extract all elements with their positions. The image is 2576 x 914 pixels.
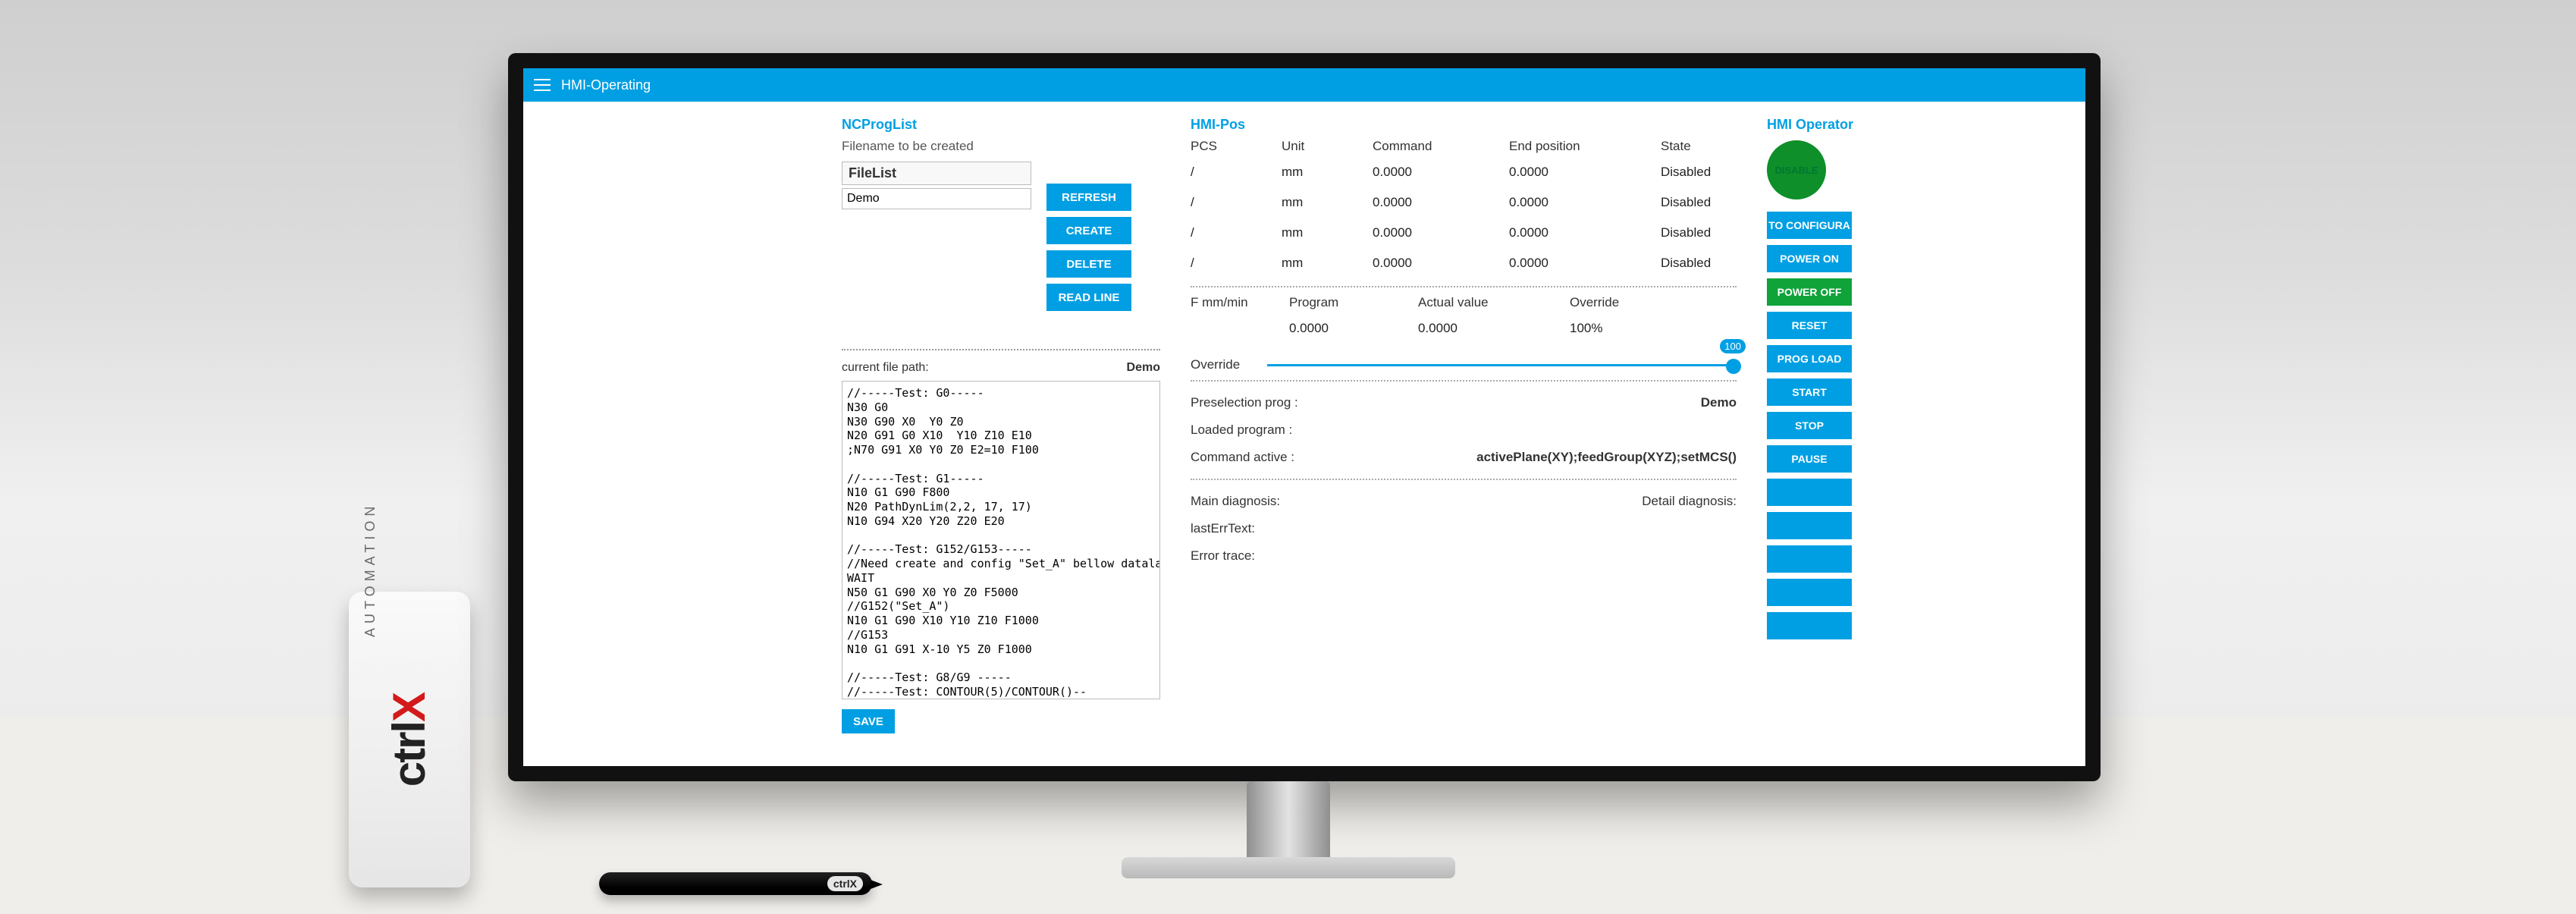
operator-placeholder[interactable] — [1767, 612, 1852, 639]
loaded-program-label: Loaded program : — [1191, 422, 1292, 438]
filelist-label: FileList — [842, 162, 1031, 185]
main-diag-label: Main diagnosis: — [1191, 494, 1280, 509]
monitor-frame: HMI-Operating NCProgList Filename to be … — [508, 53, 2101, 781]
col-unit: Unit — [1282, 139, 1373, 154]
nc-prog-list-panel: NCProgList Filename to be created FileLi… — [842, 117, 1160, 733]
current-filepath-label: current file path: — [842, 361, 929, 375]
power-on-button[interactable]: POWER ON — [1767, 245, 1852, 272]
hmi-pos-panel: HMI-Pos PCS Unit Command End position St… — [1191, 117, 1737, 733]
can-subtitle: AUTOMATION — [362, 502, 378, 637]
filename-input[interactable] — [842, 188, 1031, 209]
app-screen: HMI-Operating NCProgList Filename to be … — [523, 68, 2085, 766]
monitor-stand-neck — [1247, 781, 1330, 865]
feed-head: F mm/min Program Actual value Override — [1191, 295, 1737, 310]
divider — [1191, 286, 1737, 287]
stop-button[interactable]: STOP — [1767, 412, 1852, 439]
preselection-label: Preselection prog : — [1191, 395, 1298, 410]
to-configure-button[interactable]: TO CONFIGURA — [1767, 212, 1852, 239]
nc-code-editor[interactable] — [842, 381, 1160, 699]
monitor-bezel: HMI-Operating NCProgList Filename to be … — [523, 68, 2085, 766]
pos-table-head: PCS Unit Command End position State — [1191, 139, 1737, 154]
pos-table-row: / mm 0.0000 0.0000 Disabled — [1191, 157, 1737, 187]
refresh-button[interactable]: REFRESH — [1046, 184, 1131, 211]
pos-table-row: / mm 0.0000 0.0000 Disabled — [1191, 187, 1737, 218]
hamburger-icon[interactable] — [534, 79, 551, 91]
pos-table-row: / mm 0.0000 0.0000 Disabled — [1191, 218, 1737, 248]
col-endpos: End position — [1509, 139, 1661, 154]
scene-background: AUTOMATION ctrlX HMI-Operating NCProgLis… — [0, 0, 2576, 914]
prog-load-button[interactable]: PROG LOAD — [1767, 345, 1852, 372]
delete-button[interactable]: DELETE — [1046, 250, 1131, 278]
current-filepath-value: Demo — [1127, 361, 1160, 375]
override-label: Override — [1191, 357, 1240, 372]
feed-row: 0.0000 0.0000 100% — [1191, 313, 1737, 344]
ncproglist-title: NCProgList — [842, 117, 1160, 133]
filename-label: Filename to be created — [842, 139, 1160, 154]
divider — [1191, 479, 1737, 480]
override-value: 100 — [1720, 339, 1746, 353]
reset-button[interactable]: RESET — [1767, 312, 1852, 339]
titlebar: HMI-Operating — [523, 68, 2085, 102]
decor-can: AUTOMATION ctrlX — [349, 592, 470, 887]
disable-indicator[interactable]: DISABLE — [1767, 140, 1826, 199]
power-off-button[interactable]: POWER OFF — [1767, 278, 1852, 306]
detail-diag-label: Detail diagnosis: — [1642, 494, 1737, 509]
error-trace-label: Error trace: — [1191, 548, 1255, 564]
app-title: HMI-Operating — [561, 77, 651, 93]
operator-placeholder[interactable] — [1767, 579, 1852, 606]
last-err-label: lastErrText: — [1191, 521, 1255, 536]
hmi-operator-title: HMI Operator — [1767, 117, 1926, 133]
divider — [1191, 380, 1737, 382]
hmi-operator-panel: HMI Operator DISABLE TO CONFIGURA POWER … — [1767, 117, 1926, 733]
col-state: State — [1661, 139, 1752, 154]
create-button[interactable]: CREATE — [1046, 217, 1131, 244]
readline-button[interactable]: READ LINE — [1046, 284, 1131, 311]
decor-pen: ctrlX — [599, 872, 872, 895]
save-button[interactable]: SAVE — [842, 709, 895, 733]
hmipos-title: HMI-Pos — [1191, 117, 1737, 133]
command-active-label: Command active : — [1191, 450, 1294, 465]
pen-label: ctrlX — [827, 876, 863, 891]
start-button[interactable]: START — [1767, 378, 1852, 406]
monitor-stand-base — [1122, 857, 1455, 878]
can-logo: ctrlX — [384, 693, 436, 786]
preselection-value: Demo — [1701, 395, 1737, 410]
override-slider[interactable]: 100 — [1267, 357, 1737, 372]
col-pcs: PCS — [1191, 139, 1282, 154]
divider — [842, 349, 1160, 350]
pos-table-row: / mm 0.0000 0.0000 Disabled — [1191, 248, 1737, 278]
command-active-value: activePlane(XY);feedGroup(XYZ);setMCS() — [1476, 450, 1737, 465]
operator-placeholder[interactable] — [1767, 512, 1852, 539]
pause-button[interactable]: PAUSE — [1767, 445, 1852, 473]
operator-placeholder[interactable] — [1767, 545, 1852, 573]
operator-placeholder[interactable] — [1767, 479, 1852, 506]
col-command: Command — [1373, 139, 1509, 154]
